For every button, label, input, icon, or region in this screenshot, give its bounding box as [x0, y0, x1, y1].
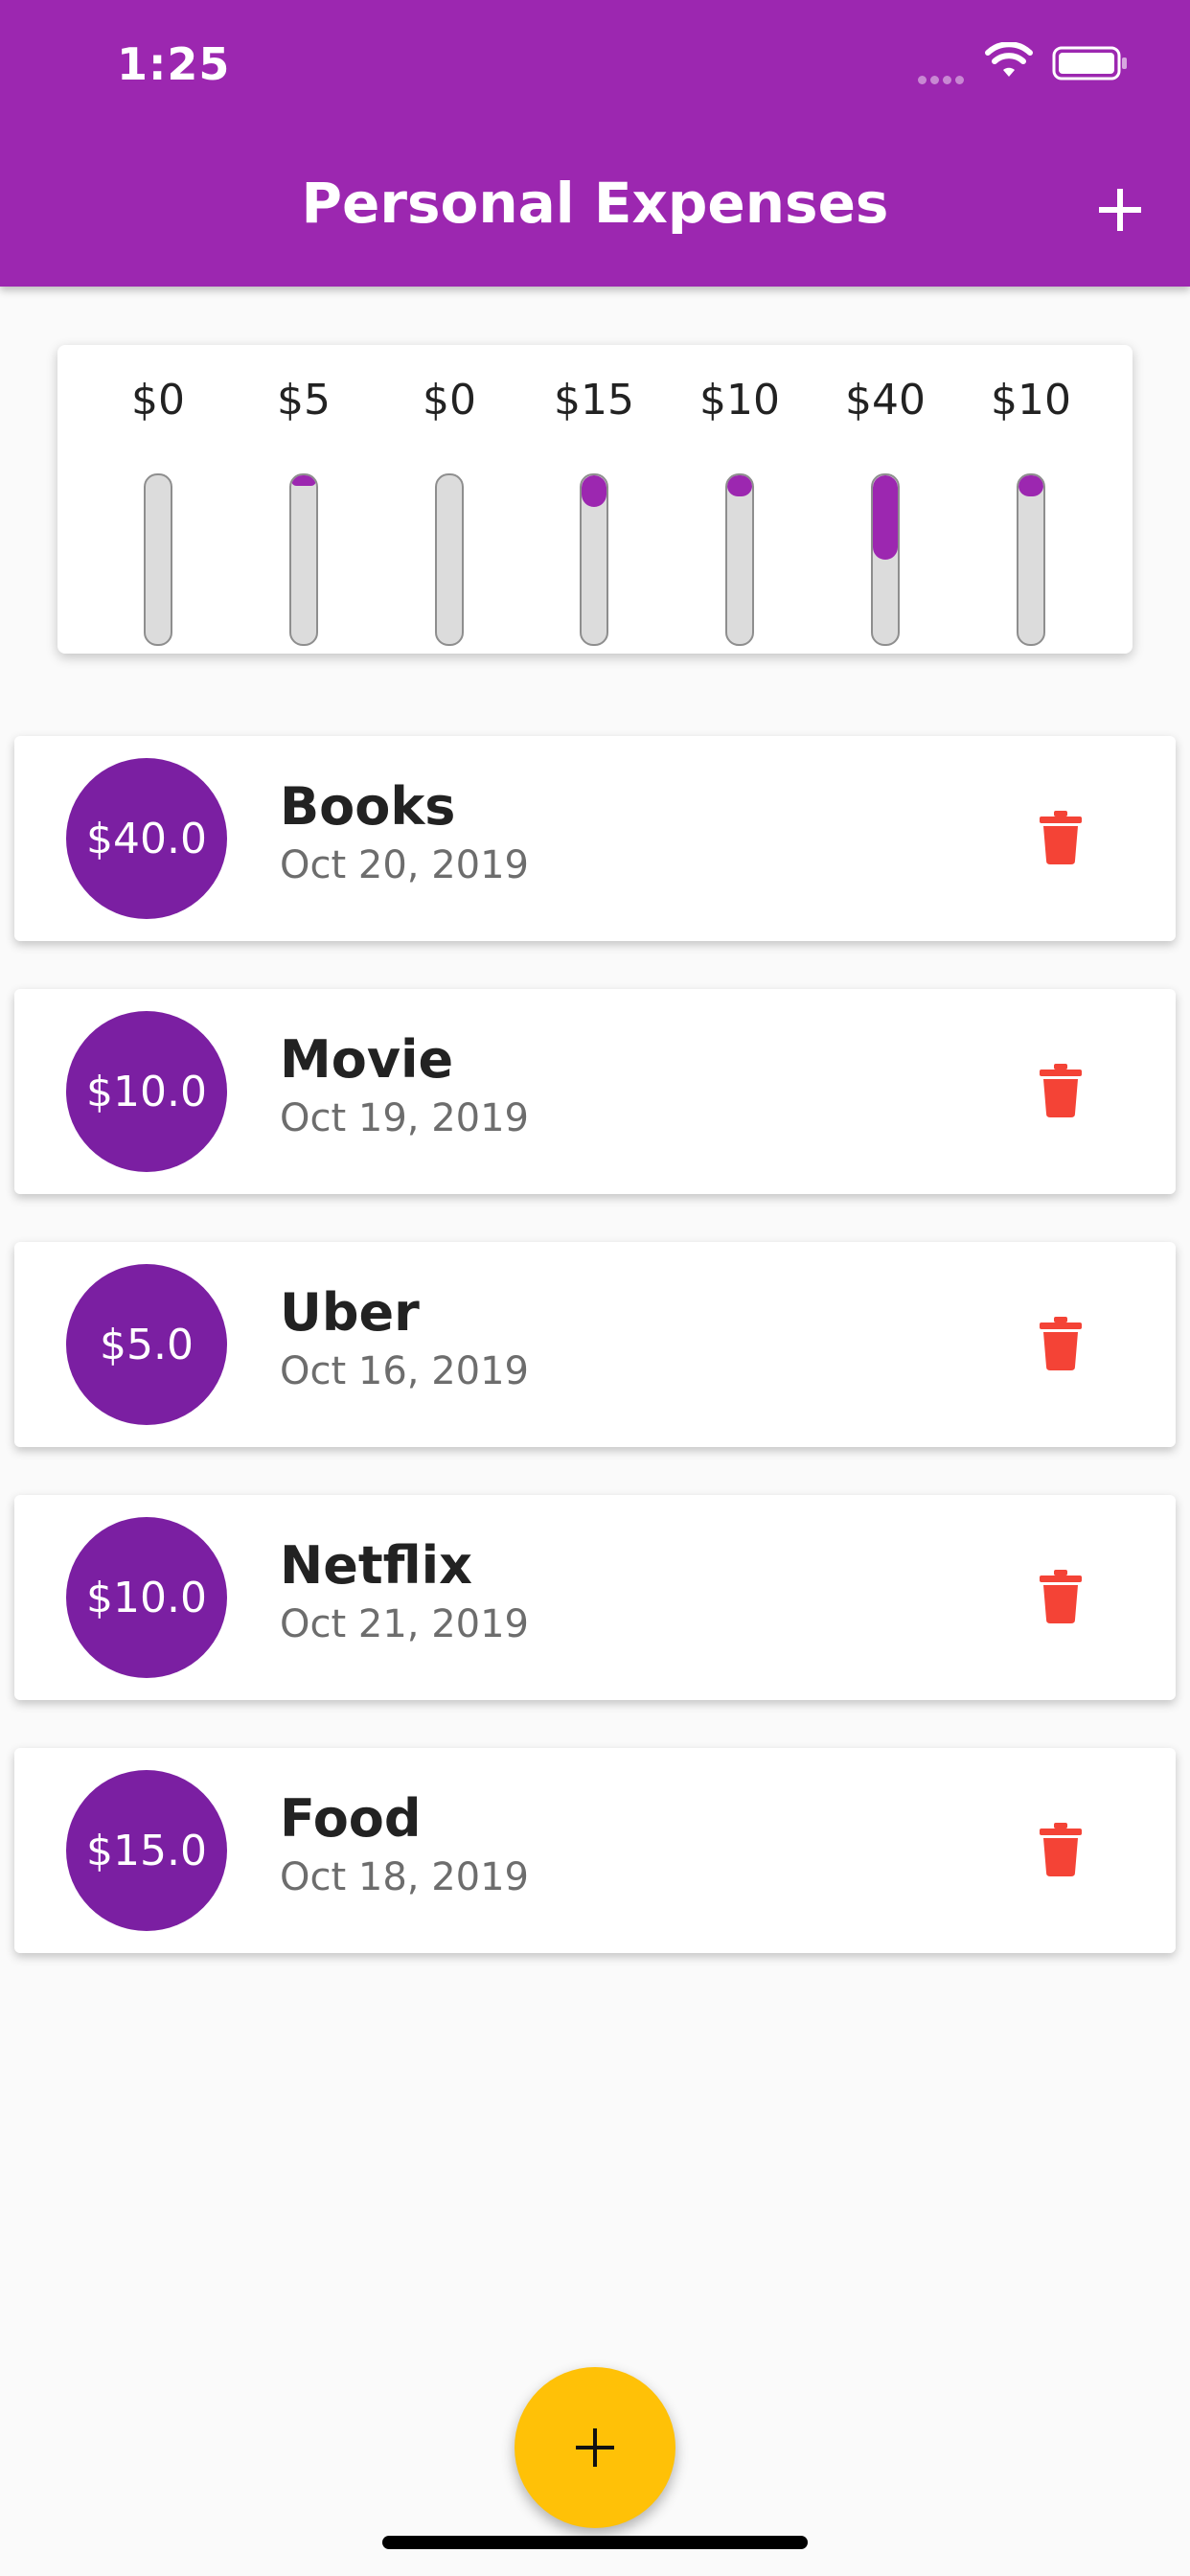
chart-bar-fill: [291, 475, 316, 486]
delete-button[interactable]: [1026, 805, 1095, 874]
transaction-title: Food: [280, 1788, 422, 1849]
status-time: 1:25: [117, 38, 231, 90]
transaction-date: Oct 20, 2019: [280, 843, 529, 887]
transaction-card: $10.0 Netflix Oct 21, 2019: [14, 1495, 1176, 1700]
trash-icon: [1040, 1064, 1082, 1121]
transaction-date: Oct 16, 2019: [280, 1349, 529, 1393]
delete-button[interactable]: [1026, 1817, 1095, 1886]
chart-bar-track: [435, 473, 464, 646]
transaction-title: Movie: [280, 1029, 454, 1090]
transaction-date: Oct 18, 2019: [280, 1855, 529, 1899]
chart-bar-fill: [873, 475, 898, 560]
chart-bar-column: $15: [521, 376, 667, 646]
delete-button[interactable]: [1026, 1311, 1095, 1380]
transaction-card: $15.0 Food Oct 18, 2019: [14, 1748, 1176, 1953]
chart-bar-track: [725, 473, 754, 646]
chart-bar-column: $5: [231, 376, 377, 646]
delete-button[interactable]: [1026, 1058, 1095, 1127]
transaction-amount: $10.0: [66, 1011, 227, 1172]
add-fab-button[interactable]: [515, 2367, 675, 2528]
chart-bar-track: [871, 473, 900, 646]
chart-bar-track: [580, 473, 608, 646]
chart-bar-column: $0: [85, 376, 231, 646]
trash-icon: [1040, 1570, 1082, 1627]
chart-bar-amount: $10: [699, 376, 780, 425]
app-bar: 1:25 Personal Expenses: [0, 0, 1190, 287]
chart-bar-amount: $0: [423, 376, 476, 425]
transaction-amount: $15.0: [66, 1770, 227, 1931]
chart-bar-column: $0: [377, 376, 522, 646]
chart-bar-amount: $15: [554, 376, 634, 425]
weekly-chart: $0 $5 $0 $15 $10 $40 $10: [57, 345, 1133, 654]
transaction-title: Uber: [280, 1282, 420, 1343]
transaction-title: Netflix: [280, 1535, 472, 1596]
chart-bar-column: $10: [958, 376, 1104, 646]
transaction-card: $40.0 Books Oct 20, 2019: [14, 736, 1176, 941]
transaction-date: Oct 21, 2019: [280, 1602, 529, 1646]
transaction-card: $10.0 Movie Oct 19, 2019: [14, 989, 1176, 1194]
home-indicator: [382, 2536, 808, 2549]
page-title: Personal Expenses: [301, 171, 889, 236]
plus-icon: [1099, 189, 1141, 231]
battery-icon: [1052, 46, 1129, 84]
chart-bar-fill: [1018, 475, 1043, 496]
plus-icon: [576, 2428, 614, 2467]
trash-icon: [1040, 811, 1082, 868]
add-transaction-button[interactable]: [1088, 178, 1152, 242]
transaction-amount: $10.0: [66, 1517, 227, 1678]
transaction-amount: $40.0: [66, 758, 227, 919]
chart-bar-column: $40: [812, 376, 958, 646]
chart-bar-amount: $5: [277, 376, 331, 425]
chart-bar-fill: [727, 475, 752, 496]
chart-bar-track: [144, 473, 172, 646]
chart-bar-column: $10: [667, 376, 812, 646]
chart-bar-track: [289, 473, 318, 646]
chart-bar-amount: $40: [845, 376, 926, 425]
trash-icon: [1040, 1823, 1082, 1880]
delete-button[interactable]: [1026, 1564, 1095, 1633]
chart-bar-track: [1017, 473, 1045, 646]
chart-bar-amount: $10: [991, 376, 1071, 425]
transaction-card: $5.0 Uber Oct 16, 2019: [14, 1242, 1176, 1447]
trash-icon: [1040, 1317, 1082, 1374]
wifi-icon: [985, 41, 1033, 84]
transaction-date: Oct 19, 2019: [280, 1096, 529, 1140]
chart-bar-amount: $0: [131, 376, 185, 425]
transaction-amount: $5.0: [66, 1264, 227, 1425]
signal-icon: [918, 70, 968, 88]
chart-bar-fill: [582, 475, 606, 507]
transaction-title: Books: [280, 776, 456, 837]
